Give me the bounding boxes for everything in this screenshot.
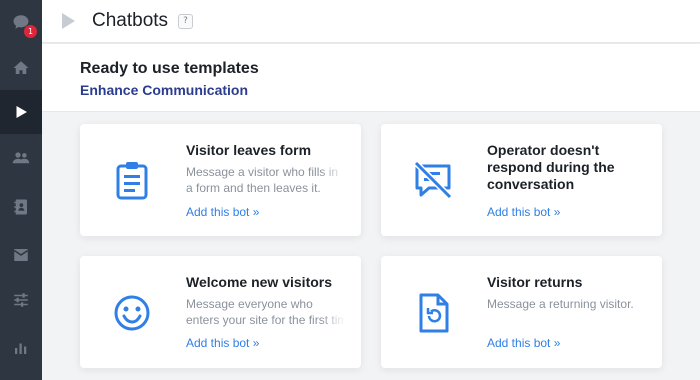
clipboard-icon bbox=[110, 158, 154, 202]
template-card-welcome-new-visitors: Welcome new visitors Message everyone wh… bbox=[80, 256, 361, 368]
card-description: Message a returning visitor. bbox=[487, 297, 634, 311]
template-card-operator-no-response: Operator doesn't respond during the conv… bbox=[381, 124, 662, 236]
unread-badge: 1 bbox=[24, 25, 37, 38]
play-icon bbox=[62, 13, 75, 29]
sidebar-item-visitors[interactable] bbox=[0, 136, 42, 180]
contacts-icon bbox=[14, 199, 27, 215]
card-description: Message everyone who enters your site fo… bbox=[186, 296, 346, 328]
add-bot-link[interactable]: Add this bot » bbox=[186, 336, 259, 350]
template-card-visitor-returns: Visitor returns Message a returning visi… bbox=[381, 256, 662, 368]
section-subtitle: Enhance Communication bbox=[80, 82, 249, 98]
users-icon bbox=[12, 152, 30, 164]
card-description: Message a visitor who fills in a form an… bbox=[186, 164, 346, 196]
sidebar-item-home[interactable] bbox=[0, 46, 42, 90]
bar-chart-icon bbox=[15, 343, 27, 354]
sidebar-item-settings[interactable] bbox=[0, 278, 42, 322]
card-title: Visitor leaves form bbox=[186, 142, 312, 158]
sidebar-item-contacts[interactable] bbox=[0, 185, 42, 229]
sidebar-item-reports[interactable] bbox=[0, 326, 42, 370]
home-icon bbox=[13, 61, 29, 74]
smiley-icon bbox=[110, 291, 154, 335]
mail-icon bbox=[13, 249, 29, 261]
play-icon bbox=[16, 106, 27, 118]
card-title: Visitor returns bbox=[487, 274, 583, 290]
card-title: Operator doesn't respond during the conv… bbox=[487, 142, 615, 192]
templates-header: Ready to use templates Enhance Communica… bbox=[42, 44, 700, 112]
add-bot-link[interactable]: Add this bot » bbox=[487, 205, 560, 219]
sidebar-item-chats[interactable]: 1 bbox=[0, 0, 42, 44]
top-bar: Chatbots ? bbox=[42, 0, 700, 43]
template-card-visitor-leaves-form: Visitor leaves form Message a visitor wh… bbox=[80, 124, 361, 236]
sliders-icon bbox=[14, 293, 28, 307]
page-title: Chatbots bbox=[92, 10, 169, 31]
add-bot-link[interactable]: Add this bot » bbox=[186, 205, 259, 219]
card-title: Welcome new visitors bbox=[186, 274, 333, 290]
sidebar: 1 bbox=[0, 0, 42, 380]
returning-file-icon bbox=[411, 291, 455, 335]
no-chat-icon bbox=[411, 158, 455, 202]
help-button[interactable]: ? bbox=[178, 13, 194, 29]
sidebar-item-inbox[interactable] bbox=[0, 233, 42, 277]
sidebar-item-chatbots[interactable] bbox=[0, 90, 42, 134]
add-bot-link[interactable]: Add this bot » bbox=[487, 336, 560, 350]
section-title: Ready to use templates bbox=[80, 60, 259, 77]
